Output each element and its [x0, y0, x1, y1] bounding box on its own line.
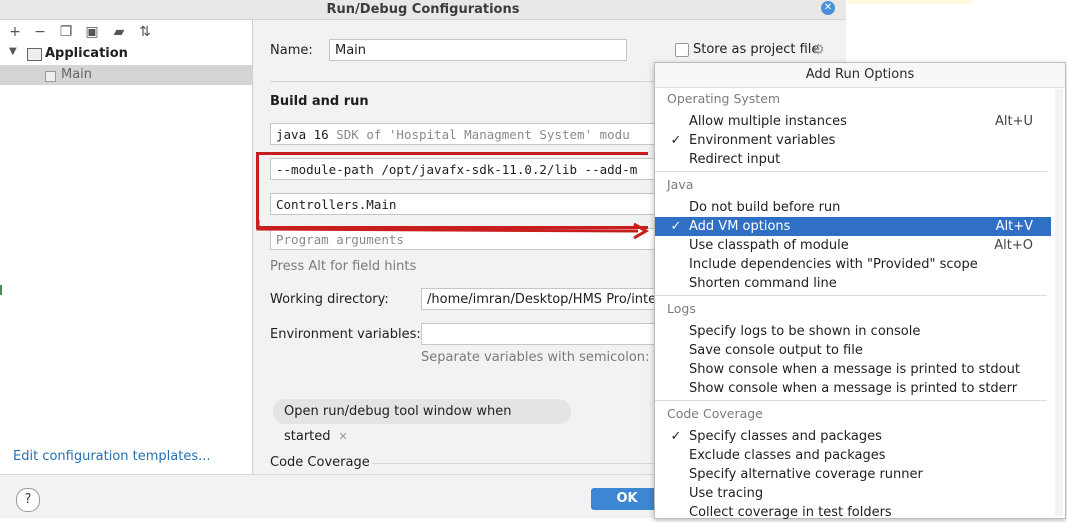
run-option-item[interactable]: Collect coverage in test folders [655, 503, 1051, 522]
run-config-icon [45, 69, 56, 84]
option-label: Environment variables [689, 133, 836, 148]
run-option-item[interactable]: Show console when a message is printed t… [655, 360, 1051, 379]
tree-node-label: Main [61, 67, 93, 82]
open-tool-window-chip[interactable]: Open run/debug tool window when started ✕ [273, 399, 571, 444]
checkmark-icon: ✓ [670, 133, 682, 148]
option-label: Show console when a message is printed t… [689, 362, 1020, 377]
sort-icon[interactable]: ⇅ [136, 23, 154, 41]
checkmark-icon: ✓ [670, 219, 682, 234]
option-label: Save console output to file [689, 343, 863, 358]
run-option-item[interactable]: Specify alternative coverage runner [655, 465, 1051, 484]
add-run-options-popup: Add Run Options Operating System Allow mu… [654, 62, 1066, 522]
application-icon [27, 47, 42, 62]
run-option-item[interactable]: Use classpath of module Alt+O [655, 236, 1051, 255]
run-option-item[interactable]: Use tracing [655, 484, 1051, 503]
option-label: Use classpath of module [689, 238, 849, 253]
option-label: Add VM options [689, 219, 791, 234]
run-option-item[interactable]: Redirect input [655, 150, 1051, 169]
add-icon[interactable]: + [6, 23, 24, 41]
option-label: Collect coverage in test folders [689, 505, 892, 520]
option-group-heading: Code Coverage [667, 406, 763, 421]
tree-node-application[interactable]: ▼ Application [0, 44, 252, 64]
name-field[interactable]: Main [329, 39, 627, 61]
build-and-run-heading: Build and run [270, 94, 369, 109]
tree-node-label: Application [45, 46, 128, 61]
run-option-item[interactable]: Include dependencies with "Provided" sco… [655, 255, 1051, 274]
sdk-secondary: SDK of 'Hospital Managment System' modu [336, 127, 630, 142]
background-editor-strip [848, 0, 972, 4]
close-icon[interactable]: ✕ [821, 1, 835, 15]
tree-node-main[interactable]: Main [0, 65, 252, 85]
background-marker [0, 285, 2, 295]
run-option-item[interactable]: Shorten command line [655, 274, 1051, 293]
run-option-item[interactable]: ✓ Add VM options Alt+V [655, 217, 1051, 236]
run-option-item[interactable]: Do not build before run [655, 198, 1051, 217]
option-group-heading: Logs [667, 301, 696, 316]
store-as-project-label: Store as project file [693, 42, 820, 57]
run-option-item[interactable]: ✓ Environment variables [655, 131, 1051, 150]
run-option-item[interactable]: Save console output to file [655, 341, 1051, 360]
ok-button[interactable]: OK [591, 488, 663, 510]
popup-title: Add Run Options [655, 63, 1065, 88]
option-group-heading: Operating System [667, 91, 781, 106]
option-label: Specify alternative coverage runner [689, 467, 923, 482]
option-label: Allow multiple instances [689, 114, 847, 129]
popup-separator [655, 400, 1047, 401]
run-option-item[interactable]: Specify logs to be shown in console [655, 322, 1051, 341]
popup-separator [655, 171, 1047, 172]
popup-separator [655, 295, 1047, 296]
gear-icon[interactable]: ⚙ [812, 42, 825, 58]
run-option-item[interactable]: Allow multiple instances Alt+U [655, 112, 1051, 131]
option-label: Specify logs to be shown in console [689, 324, 921, 339]
option-label: Use tracing [689, 486, 764, 501]
option-label: Specify classes and packages [689, 429, 882, 444]
close-icon[interactable]: ✕ [339, 430, 348, 443]
save-icon[interactable]: ▣ [83, 23, 101, 41]
chevron-down-icon[interactable]: ▼ [9, 46, 17, 57]
working-directory-label: Working directory: [270, 292, 389, 307]
working-directory-field[interactable]: /home/imran/Desktop/HMS Pro/intell [421, 288, 660, 310]
option-label: Redirect input [689, 152, 781, 167]
sdk-field[interactable]: java 16 SDK of 'Hospital Managment Syste… [270, 123, 660, 145]
store-as-project-checkbox[interactable] [675, 43, 689, 57]
help-button[interactable]: ? [16, 488, 40, 512]
option-shortcut: Alt+U [994, 114, 1033, 129]
folder-icon[interactable]: ▰ [110, 23, 128, 41]
option-label: Show console when a message is printed t… [689, 381, 1018, 396]
chip-label: Open run/debug tool window when started [284, 404, 512, 444]
field-hint: Press Alt for field hints [270, 259, 417, 274]
run-option-item[interactable]: Show console when a message is printed t… [655, 379, 1051, 398]
run-option-item[interactable]: ✓ Specify classes and packages [655, 427, 1051, 446]
name-label: Name: [270, 43, 313, 58]
environment-variables-hint: Separate variables with semicolon: VAR [421, 350, 680, 365]
configurations-tree-panel: + − ❐ ▣ ▰ ⇅ ▼ Application Main [0, 20, 253, 474]
dialog-title: Run/Debug Configurations [0, 0, 846, 20]
option-shortcut: Alt+V [995, 219, 1033, 234]
remove-icon[interactable]: − [31, 23, 49, 41]
option-group-heading: Java [667, 177, 694, 192]
popup-scrollbar[interactable] [1055, 89, 1063, 516]
copy-icon[interactable]: ❐ [57, 23, 75, 41]
option-label: Exclude classes and packages [689, 448, 886, 463]
environment-variables-label: Environment variables: [270, 327, 421, 342]
sdk-value: java 16 [276, 127, 329, 142]
separator [372, 463, 657, 464]
option-shortcut: Alt+O [994, 238, 1033, 253]
separator [270, 81, 660, 82]
annotation-arrow [256, 220, 649, 240]
option-label: Do not build before run [689, 200, 841, 215]
code-coverage-heading: Code Coverage [270, 455, 370, 470]
option-label: Include dependencies with "Provided" sco… [689, 257, 978, 272]
option-label: Shorten command line [689, 276, 837, 291]
checkmark-icon: ✓ [670, 429, 682, 444]
edit-templates-link[interactable]: Edit configuration templates... [13, 449, 211, 464]
run-option-item[interactable]: Exclude classes and packages [655, 446, 1051, 465]
environment-variables-field[interactable] [421, 323, 660, 345]
